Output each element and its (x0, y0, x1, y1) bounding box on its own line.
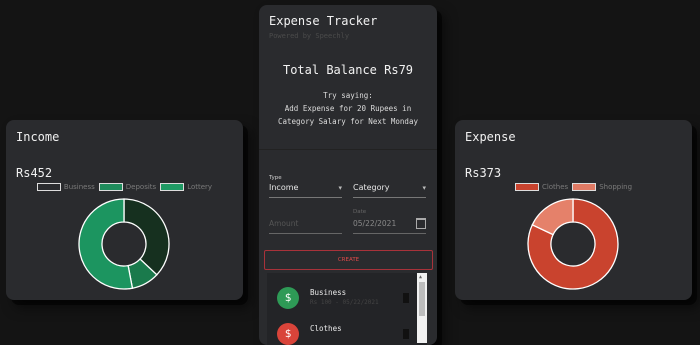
divider (259, 149, 437, 150)
tracker-title: Expense Tracker (269, 14, 378, 28)
scroll-thumb[interactable] (419, 282, 425, 316)
scroll-up-icon[interactable]: ▲ (419, 274, 422, 280)
type-select-value: Income (269, 183, 299, 192)
create-button[interactable]: CREATE (264, 250, 433, 270)
type-select[interactable]: Income ▾ (269, 183, 342, 198)
scrollbar[interactable]: ▲ (417, 273, 427, 343)
chevron-down-icon: ▾ (338, 184, 342, 192)
voice-hint: Try saying: Add Expense for 20 Rupees in… (267, 89, 429, 128)
total-balance: Total Balance Rs79 (282, 63, 414, 77)
amount-field[interactable]: Amount (269, 219, 342, 234)
hint-intro: Try saying: (323, 91, 373, 100)
trash-icon[interactable] (403, 329, 409, 339)
tracker-subtitle: Powered by Speechly (269, 32, 350, 40)
hint-example: Add Expense for 20 Rupees in Category Sa… (278, 104, 418, 126)
expense-card: Expense Rs373 Clothes Shopping (455, 120, 692, 300)
category-select[interactable]: Category ▾ (353, 183, 426, 198)
trash-icon[interactable] (403, 293, 409, 303)
chevron-down-icon: ▾ (422, 184, 426, 192)
date-field[interactable]: 05/22/2021 (353, 218, 426, 234)
expense-tracker-card: Expense Tracker Powered by Speechly Tota… (259, 5, 437, 345)
expense-doughnut-chart (527, 198, 619, 290)
pie-slice-business[interactable] (123, 198, 170, 276)
income-card: Income Rs452 Business Deposits Lottery (6, 120, 243, 300)
transaction-detail: Rs 100 - 05/22/2021 (310, 299, 379, 306)
amount-placeholder: Amount (269, 219, 299, 228)
transaction-name: Business (310, 288, 347, 297)
dollar-icon: $ (277, 323, 299, 345)
category-select-value: Category (353, 183, 390, 192)
type-label: Type (269, 175, 282, 181)
transaction-list[interactable]: $ Business Rs 100 - 05/22/2021 $ Clothes… (267, 273, 427, 345)
transaction-name: Clothes (310, 324, 342, 333)
date-label: Date (353, 209, 367, 215)
income-doughnut-chart (78, 198, 170, 290)
dollar-icon: $ (277, 287, 299, 309)
pie-slice-lottery[interactable] (78, 198, 134, 290)
calendar-icon[interactable] (416, 218, 426, 229)
list-item[interactable]: $ Business Rs 100 - 05/22/2021 (277, 287, 417, 317)
date-value: 05/22/2021 (353, 219, 397, 228)
list-item[interactable]: $ Clothes (277, 323, 417, 345)
